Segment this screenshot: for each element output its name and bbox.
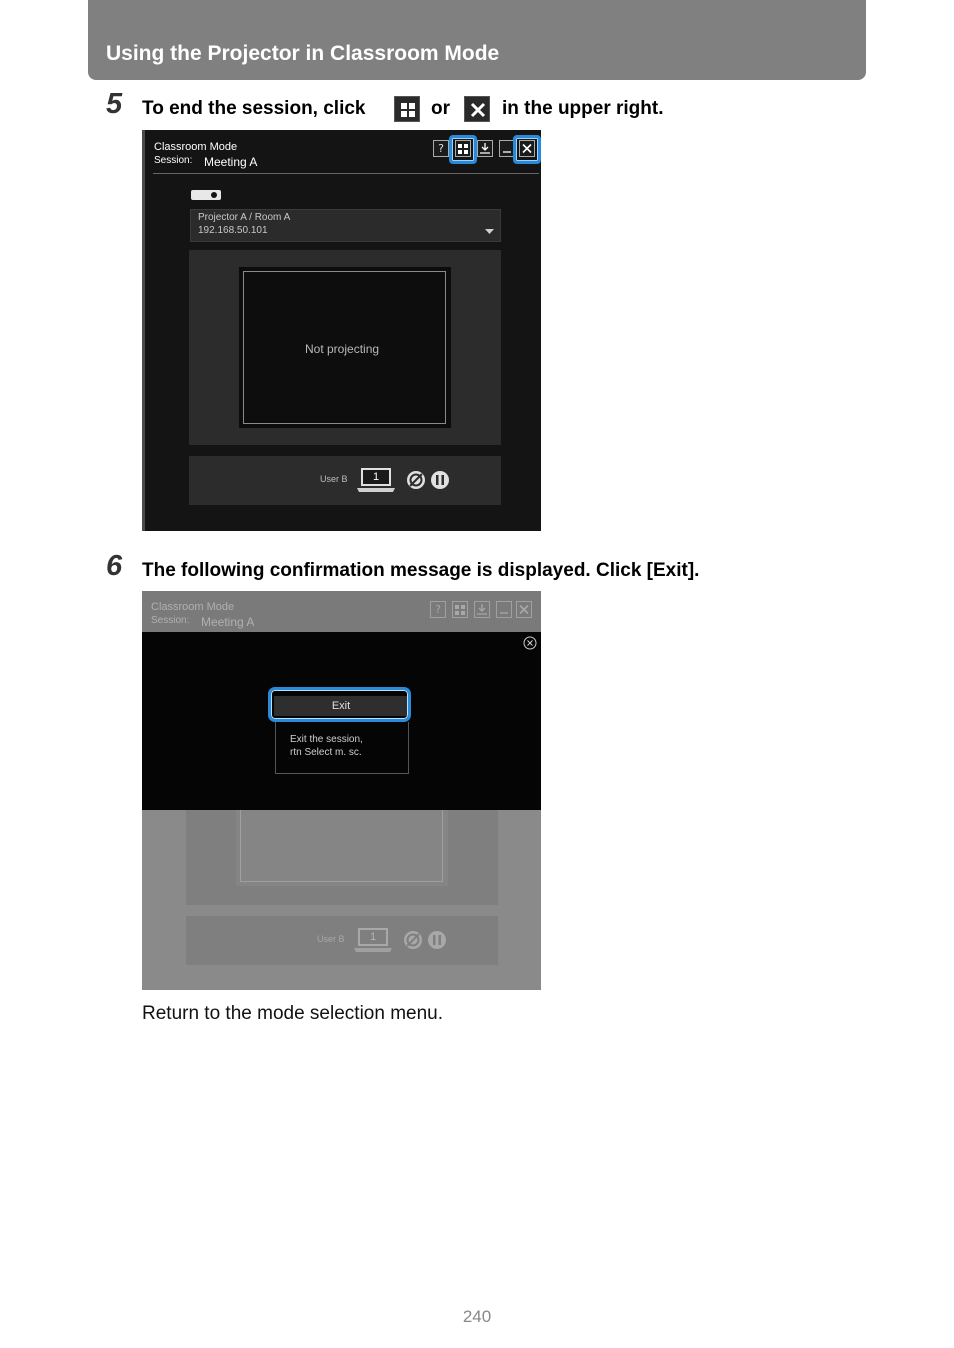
preview-screen: Not projecting xyxy=(243,271,446,424)
help-button[interactable]: ? xyxy=(433,140,449,157)
projector-ip: 192.168.50.101 xyxy=(198,225,268,236)
app-title: Classroom Mode xyxy=(154,141,238,153)
section-title: Using the Projector in Classroom Mode xyxy=(106,42,500,65)
chevron-down-icon xyxy=(485,222,494,240)
dimmed-title-bar: Classroom Mode Session: Meeting A ? xyxy=(142,591,541,632)
section-header: Using the Projector in Classroom Mode xyxy=(88,0,866,80)
dimmed-preview-screen xyxy=(240,810,443,882)
session-label: Session: xyxy=(154,155,193,166)
exit-confirmation-window: Classroom Mode Session: Meeting A ? Exit… xyxy=(142,591,541,990)
laptop-icon: 1 xyxy=(351,926,395,956)
close-icon xyxy=(519,604,529,615)
download-icon xyxy=(480,143,490,154)
close-button xyxy=(516,601,532,618)
close-icon xyxy=(464,96,490,122)
projector-name: Projector A / Room A xyxy=(198,212,291,223)
step6-result-caption: Return to the mode selection menu. xyxy=(142,1003,444,1024)
step5-text-after: in the upper right. xyxy=(502,98,664,119)
minimize-icon xyxy=(503,151,511,153)
dialog-close-icon[interactable] xyxy=(523,636,537,655)
screen-number: 1 xyxy=(372,471,380,483)
download-button xyxy=(474,601,490,618)
user-label: User B xyxy=(320,474,348,484)
exit-button-highlight xyxy=(268,687,411,722)
classroom-mode-window: Classroom Mode Session: Meeting A ? Proj… xyxy=(142,130,541,531)
help-button: ? xyxy=(430,601,446,618)
session-label: Session: xyxy=(151,615,190,626)
dimmed-preview-frame xyxy=(236,810,448,886)
user-row: User B 1 xyxy=(189,456,501,505)
lock-control-icon[interactable] xyxy=(430,470,450,495)
projector-icon xyxy=(190,188,222,207)
help-button-label: ? xyxy=(438,142,444,155)
user-label: User B xyxy=(317,934,345,944)
app-title: Classroom Mode xyxy=(151,601,235,613)
page-number: 240 xyxy=(462,1307,492,1326)
dimmed-preview-panel xyxy=(186,810,498,905)
header-divider xyxy=(153,173,539,174)
lock-control-icon xyxy=(427,930,447,955)
grid-button-highlight xyxy=(449,135,477,164)
dimmed-user-row: User B 1 xyxy=(186,916,498,965)
laptop-icon: 1 xyxy=(354,466,398,496)
no-projection-icon xyxy=(403,930,423,955)
preview-panel: Not projecting xyxy=(189,250,501,445)
exit-description-line2: rtn Select m. sc. xyxy=(290,747,362,758)
grid-button xyxy=(452,601,468,618)
minimize-icon xyxy=(500,612,508,614)
download-icon xyxy=(477,604,487,615)
exit-description-line1: Exit the session, xyxy=(290,734,363,745)
grid-icon xyxy=(455,605,465,615)
projection-status: Not projecting xyxy=(305,342,380,356)
close-button-highlight xyxy=(513,135,541,164)
preview-frame: Not projecting xyxy=(239,267,451,428)
no-projection-icon[interactable] xyxy=(406,470,426,495)
screen-number: 1 xyxy=(369,931,377,943)
projector-select[interactable]: Projector A / Room A 192.168.50.101 xyxy=(190,209,501,242)
minimize-button xyxy=(496,601,512,618)
step-number-5: 5 xyxy=(106,88,123,120)
step5-text-or: or xyxy=(431,98,450,119)
step-number-6: 6 xyxy=(106,550,123,582)
download-button[interactable] xyxy=(477,140,493,157)
session-name: Meeting A xyxy=(204,155,258,169)
session-name: Meeting A xyxy=(201,615,255,629)
grid-icon xyxy=(394,96,420,122)
step5-text-before: To end the session, click xyxy=(142,98,366,119)
exit-description-box: Exit the session, rtn Select m. sc. xyxy=(275,722,409,774)
step6-text: The following confirmation message is di… xyxy=(142,560,700,581)
